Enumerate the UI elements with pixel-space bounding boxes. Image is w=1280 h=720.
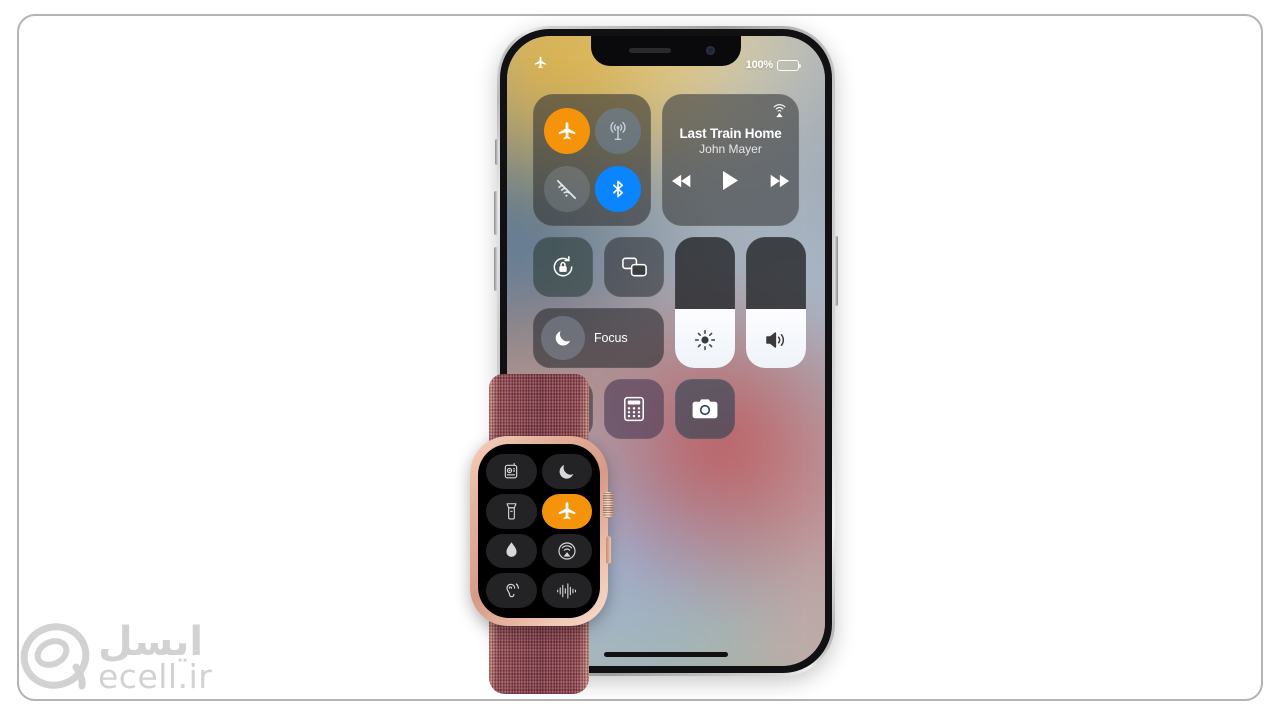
- cc-sliders: [675, 237, 806, 368]
- battery-percent-label: 100%: [745, 59, 774, 71]
- moon-icon: [559, 464, 574, 479]
- wifi-toggle[interactable]: [543, 166, 590, 212]
- screen-mirroring-icon: [621, 257, 647, 277]
- cellular-icon: [609, 121, 626, 140]
- connectivity-module[interactable]: [533, 94, 651, 226]
- notch: [591, 36, 741, 66]
- front-camera-icon: [706, 46, 715, 55]
- ecell-logo-icon: [16, 617, 94, 700]
- camera-shortcut[interactable]: [675, 379, 735, 439]
- cc-toggle-pair: [533, 237, 664, 297]
- do-not-disturb-toggle[interactable]: [541, 454, 592, 489]
- cc-left-column: Focus: [533, 237, 664, 368]
- focus-icon-circle: [541, 316, 585, 360]
- airplay-audio-icon: [558, 542, 576, 560]
- noise-level-toggle[interactable]: [541, 573, 592, 608]
- airplane-icon: [558, 122, 575, 140]
- apple-watch-device: [441, 374, 631, 694]
- now-playing-module[interactable]: Last Train Home John Mayer: [662, 94, 799, 226]
- camera-icon: [692, 399, 718, 419]
- side-button[interactable]: [606, 536, 611, 564]
- status-left: [533, 55, 548, 75]
- volume-down-button[interactable]: [494, 247, 498, 291]
- airplane-icon: [533, 55, 548, 75]
- brightness-icon: [675, 328, 735, 352]
- play-icon[interactable]: [722, 170, 739, 196]
- airplane-icon: [558, 502, 575, 520]
- moon-icon: [555, 331, 571, 346]
- watermark-latin: ecell.ir: [98, 656, 213, 696]
- watch-control-center: [478, 444, 600, 618]
- fast-forward-icon[interactable]: [769, 173, 789, 194]
- site-watermark: ایسل ecell.ir: [16, 612, 236, 704]
- watch-case: [470, 436, 613, 626]
- power-button[interactable]: [834, 236, 838, 306]
- focus-toggle[interactable]: Focus: [533, 308, 664, 368]
- focus-label: Focus: [594, 331, 628, 345]
- brightness-slider[interactable]: [675, 237, 735, 368]
- cellular-data-toggle[interactable]: [594, 108, 641, 154]
- battery-full-icon: [777, 59, 802, 71]
- watch-band-bottom: [489, 616, 589, 694]
- volume-slider[interactable]: [746, 237, 806, 368]
- water-lock-toggle[interactable]: [486, 533, 537, 569]
- screen-mirroring-toggle[interactable]: [604, 237, 664, 297]
- bluetooth-toggle[interactable]: [594, 166, 641, 212]
- earpiece-speaker: [629, 48, 671, 53]
- playback-controls: [672, 170, 789, 196]
- watermark-persian: ایسل: [98, 618, 204, 665]
- hearing-toggle[interactable]: [486, 573, 537, 608]
- rewind-icon[interactable]: [672, 173, 692, 194]
- screenshot-canvas: 100% Last Train Home John Mayer Focus ای…: [0, 0, 1280, 720]
- rotation-lock-icon: [553, 256, 573, 277]
- track-artist: John Mayer: [699, 142, 762, 156]
- airplay-audio-icon[interactable]: [771, 103, 788, 125]
- watermark-text: ایسل ecell.ir: [98, 618, 213, 696]
- rotation-lock-toggle[interactable]: [533, 237, 593, 297]
- bluetooth-icon: [612, 180, 623, 198]
- flashlight-toggle[interactable]: [486, 493, 537, 529]
- watch-airplane-mode-toggle[interactable]: [541, 493, 592, 529]
- cc-row-top: Last Train Home John Mayer: [533, 94, 799, 226]
- mute-switch-button[interactable]: [495, 139, 499, 165]
- wifi-off-icon: [556, 179, 577, 199]
- volume-icon: [746, 328, 806, 352]
- walkie-talkie-icon: [504, 463, 518, 479]
- ear-icon: [506, 583, 520, 597]
- volume-up-button[interactable]: [494, 191, 498, 235]
- water-drop-icon: [506, 542, 517, 558]
- status-right: 100%: [745, 59, 802, 71]
- flashlight-icon: [506, 502, 517, 520]
- digital-crown[interactable]: [603, 492, 613, 518]
- walkie-talkie-toggle[interactable]: [486, 454, 537, 489]
- airplane-mode-toggle[interactable]: [543, 108, 590, 154]
- sound-wave-icon: [556, 582, 576, 599]
- watch-airplay-toggle[interactable]: [541, 533, 592, 569]
- track-title: Last Train Home: [679, 126, 782, 141]
- cc-row-middle: Focus: [533, 237, 806, 368]
